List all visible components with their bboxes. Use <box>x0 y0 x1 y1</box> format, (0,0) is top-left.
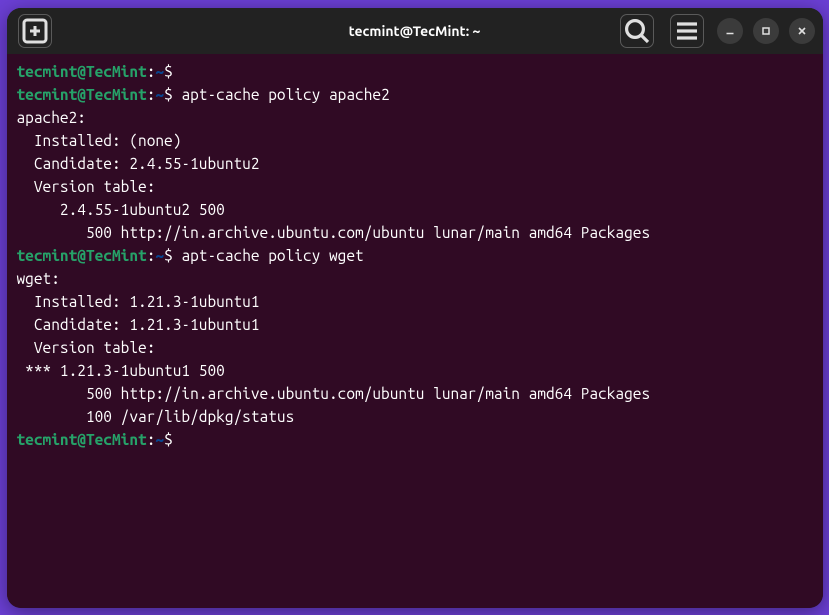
minimize-button[interactable] <box>717 18 743 44</box>
output-line: Installed: 1.21.3-1ubuntu1 <box>17 290 813 313</box>
prompt-user-host: tecmint@TecMint <box>17 431 147 448</box>
terminal-content[interactable]: tecmint@TecMint:~$tecmint@TecMint:~$ apt… <box>7 54 823 608</box>
output-line: Installed: (none) <box>17 129 813 152</box>
prompt-line: tecmint@TecMint:~$ <box>17 428 813 451</box>
output-line: wget: <box>17 267 813 290</box>
prompt-line: tecmint@TecMint:~$ apt-cache policy apac… <box>17 83 813 106</box>
menu-button[interactable] <box>670 14 704 48</box>
prompt-dollar: $ <box>164 247 173 264</box>
prompt-dollar: $ <box>164 431 173 448</box>
prompt-line: tecmint@TecMint:~$ <box>17 60 813 83</box>
prompt-path: ~ <box>155 63 164 80</box>
output-line: apache2: <box>17 106 813 129</box>
maximize-icon <box>759 24 773 38</box>
output-line: Candidate: 1.21.3-1ubuntu1 <box>17 313 813 336</box>
prompt-dollar: $ <box>164 63 173 80</box>
output-line: Version table: <box>17 175 813 198</box>
titlebar: tecmint@TecMint: ~ <box>7 8 823 54</box>
output-line: Version table: <box>17 336 813 359</box>
search-button[interactable] <box>620 14 654 48</box>
output-line: 500 http://in.archive.ubuntu.com/ubuntu … <box>17 221 813 244</box>
output-line: *** 1.21.3-1ubuntu1 500 <box>17 359 813 382</box>
output-line: 2.4.55-1ubuntu2 500 <box>17 198 813 221</box>
new-tab-button[interactable] <box>18 14 52 48</box>
prompt-user-host: tecmint@TecMint <box>17 86 147 103</box>
terminal-window: tecmint@TecMint: ~ <box>7 8 823 608</box>
prompt-line: tecmint@TecMint:~$ apt-cache policy wget <box>17 244 813 267</box>
prompt-user-host: tecmint@TecMint <box>17 63 147 80</box>
close-icon <box>795 24 809 38</box>
prompt-dollar: $ <box>164 86 173 103</box>
output-line: 100 /var/lib/dpkg/status <box>17 405 813 428</box>
output-line: 500 http://in.archive.ubuntu.com/ubuntu … <box>17 382 813 405</box>
minimize-icon <box>723 24 737 38</box>
window-title: tecmint@TecMint: ~ <box>349 23 481 39</box>
prompt-path: ~ <box>155 247 164 264</box>
close-button[interactable] <box>789 18 815 44</box>
command-text: apt-cache policy apache2 <box>173 86 390 103</box>
command-text: apt-cache policy wget <box>173 247 364 264</box>
prompt-user-host: tecmint@TecMint <box>17 247 147 264</box>
prompt-path: ~ <box>155 431 164 448</box>
new-tab-icon <box>19 15 51 47</box>
search-icon <box>621 15 653 47</box>
hamburger-icon <box>671 15 703 47</box>
output-line: Candidate: 2.4.55-1ubuntu2 <box>17 152 813 175</box>
maximize-button[interactable] <box>753 18 779 44</box>
prompt-path: ~ <box>155 86 164 103</box>
